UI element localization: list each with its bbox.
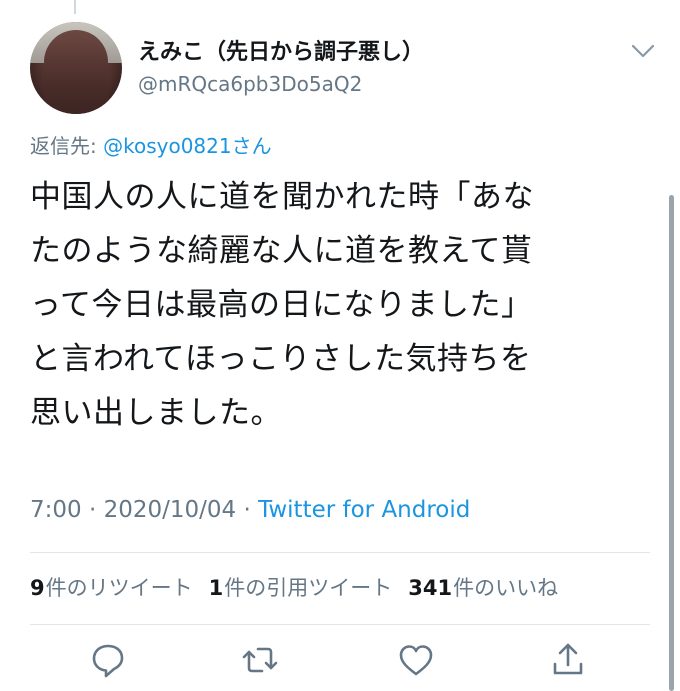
- scrollbar[interactable]: [669, 195, 674, 691]
- tweet-text-line: 思い出しました。: [30, 395, 282, 431]
- quotes-stat[interactable]: 1件の引用ツイート: [209, 576, 393, 600]
- meta-separator: ·: [81, 497, 104, 523]
- tweet-text-line: と言われてほっこりさした気持ちを: [30, 341, 532, 377]
- reply-context: 返信先: @kosyo0821さん: [30, 130, 272, 159]
- retweet-icon[interactable]: [240, 640, 280, 680]
- author-display-name[interactable]: えみこ（先日から調子悪し）: [138, 34, 424, 66]
- likes-stat[interactable]: 341件のいいね: [408, 576, 558, 600]
- tweet-actions: [0, 636, 680, 688]
- tweet-text-line: って今日は最高の日になりました」: [30, 287, 533, 323]
- tweet-body: 中国人の人に道を聞かれた時「あな たのような綺麗な人に道を教えて貰 って今日は最…: [30, 170, 640, 440]
- tweet-stats: 9件のリツイート 1件の引用ツイート 341件のいいね: [30, 572, 558, 602]
- quotes-label: 件の引用ツイート: [224, 576, 393, 600]
- retweets-label: 件のリツイート: [45, 576, 193, 600]
- share-icon[interactable]: [548, 640, 588, 680]
- retweets-stat[interactable]: 9件のリツイート: [30, 576, 193, 600]
- likes-label: 件のいいね: [453, 576, 559, 600]
- tweet-text-line: 中国人の人に道を聞かれた時「あな: [30, 179, 534, 215]
- like-icon[interactable]: [396, 640, 436, 680]
- meta-separator: ·: [236, 497, 259, 523]
- chevron-down-icon[interactable]: [630, 42, 656, 60]
- reply-to-prefix: 返信先:: [30, 134, 104, 158]
- thread-connector-line: [74, 0, 76, 14]
- avatar[interactable]: [30, 22, 122, 114]
- quotes-count: 1: [208, 576, 224, 600]
- tweet-meta: 7:00 · 2020/10/04 · Twitter for Android: [30, 497, 470, 523]
- reply-icon[interactable]: [88, 640, 128, 680]
- tweet-header: えみこ（先日から調子悪し） @mRQca6pb3Do5aQ2: [30, 22, 670, 117]
- tweet-date: 2020/10/04: [103, 497, 237, 523]
- likes-count: 341: [408, 576, 453, 600]
- divider: [30, 624, 650, 625]
- retweets-count: 9: [30, 576, 45, 600]
- reply-to-mention-link[interactable]: @kosyo0821さん: [103, 134, 272, 158]
- tweet-source-link[interactable]: Twitter for Android: [258, 497, 470, 523]
- divider: [30, 552, 650, 553]
- tweet-time: 7:00: [30, 497, 82, 523]
- tweet-text-line: たのような綺麗な人に道を教えて貰: [30, 233, 533, 269]
- author-handle[interactable]: @mRQca6pb3Do5aQ2: [138, 72, 362, 96]
- avatar-figure: [44, 30, 108, 114]
